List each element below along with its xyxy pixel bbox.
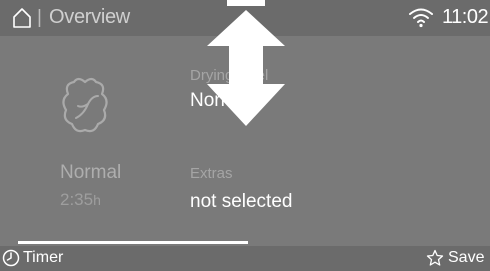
clock: 11:02 (442, 6, 489, 28)
home-icon[interactable] (12, 7, 32, 29)
clock-icon (2, 249, 20, 267)
program-duration-unit: h (93, 192, 101, 208)
overview-screen: | Overview 11:02 Normal 2:35h Drying lev… (0, 0, 490, 271)
save-label: Save (448, 249, 485, 266)
timer-button[interactable]: Timer (0, 246, 90, 271)
progress-bar (18, 241, 248, 244)
extras-value[interactable]: not selected (190, 191, 292, 213)
star-icon (426, 249, 444, 266)
program-duration-value: 2:35 (60, 190, 94, 209)
program-name: Normal (60, 162, 122, 183)
extras-label: Extras (190, 165, 233, 182)
title-separator: | (37, 7, 42, 28)
wifi-icon (409, 8, 433, 28)
scroll-up-down-arrow-icon[interactable] (203, 0, 289, 130)
page-title: Overview (49, 6, 130, 28)
save-button[interactable]: Save (420, 246, 490, 271)
program-duration: 2:35h (60, 190, 101, 210)
cotton-shirt-icon (62, 77, 108, 133)
timer-label: Timer (23, 249, 64, 266)
